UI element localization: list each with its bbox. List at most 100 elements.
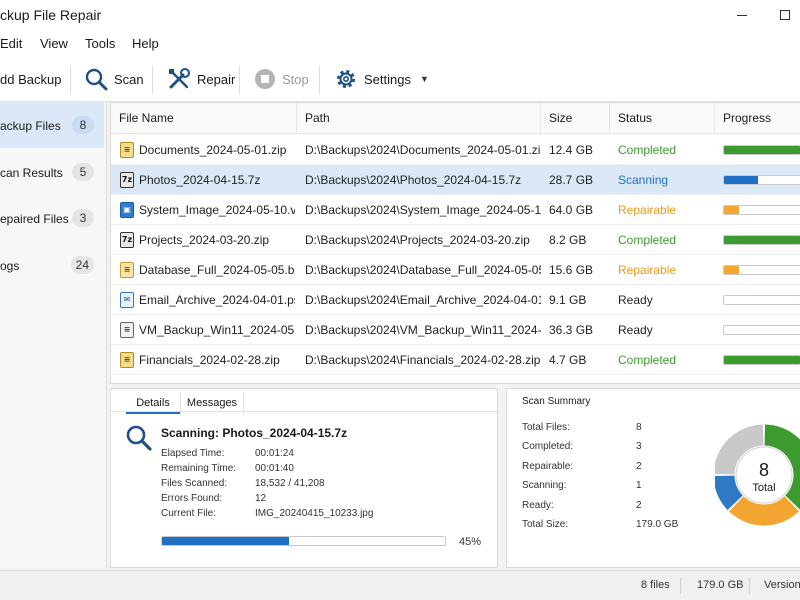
settings-label: Settings <box>364 71 411 87</box>
column-header-file-name[interactable]: File Name <box>111 103 297 134</box>
sidebar-item-scan-results[interactable]: can Results 5 <box>0 149 104 195</box>
completed-value: 3 <box>636 441 642 452</box>
settings-button[interactable]: Settings ▼ <box>334 66 429 92</box>
progress-bar <box>723 355 800 365</box>
scan-progress-fill <box>162 537 290 545</box>
title-bar: ckup File Repair <box>0 0 800 32</box>
table-row[interactable]: ▣ System_Image_2024-05-10.vhdx D:\Backups\… <box>111 195 800 225</box>
magnifier-icon <box>85 68 108 91</box>
donut-segment-repairable <box>729 495 799 526</box>
progress-fill <box>724 266 740 274</box>
remaining-time-value: 00:01:40 <box>255 463 294 474</box>
path-cell: D:\Backups\2024\Financials_2024-02-28.zi… <box>305 353 541 367</box>
toolbar-separator <box>152 66 153 94</box>
vbx-file-icon: ≡ <box>120 322 134 338</box>
summary-title: Scan Summary <box>522 396 591 407</box>
path-cell: D:\Backups\2024\Photos_2024-04-15.7z <box>305 173 522 187</box>
minimize-icon[interactable] <box>737 15 747 16</box>
column-header-progress[interactable]: Progress <box>715 103 800 134</box>
size-cell: 12.4 GB <box>549 143 594 157</box>
scanning-value: 1 <box>636 480 642 491</box>
menu-tools[interactable]: Tools <box>85 36 115 51</box>
scan-button[interactable]: Scan <box>84 66 144 92</box>
size-cell: 9.1 GB <box>549 293 587 307</box>
status-cell: Repairable <box>618 203 677 217</box>
scan-summary-panel: Scan Summary Total Files: 8 Completed: 3… <box>506 388 800 568</box>
repair-button[interactable]: Repair <box>167 66 235 92</box>
ready-value: 2 <box>636 500 642 511</box>
table-row[interactable]: 7z Projects_2024-03-20.zip D:\Backups\2024… <box>111 225 800 255</box>
vhdx-file-icon: ▣ <box>120 202 134 218</box>
menu-help[interactable]: Help <box>132 36 159 51</box>
status-separator <box>749 578 750 594</box>
current-file-label: Current File: <box>161 508 217 519</box>
table-header: File Name Path Size Status Progress <box>111 103 800 134</box>
sidebar-item-backup-files[interactable]: ackup Files 8 <box>0 102 104 148</box>
details-panel: Details Messages Scanning: Photos_2024-0… <box>110 388 498 568</box>
repair-label: Repair <box>197 71 236 87</box>
sidebar-item-repaired-files[interactable]: epaired Files 3 <box>0 195 104 241</box>
file-name-cell: Email_Archive_2024-04-01.pst <box>139 293 295 307</box>
sidebar-item-label: ackup Files <box>0 119 61 133</box>
table-row[interactable]: 7z Photos_2024-04-15.7z D:\Backups\2024\Ph… <box>111 165 800 195</box>
file-name-cell: System_Image_2024-05-10.vhdx <box>139 203 295 217</box>
column-header-path[interactable]: Path <box>297 103 541 134</box>
errors-found-label: Errors Found: <box>161 493 223 504</box>
repairable-label: Repairable: <box>522 461 574 472</box>
table-row[interactable]: ≡ Documents_2024-05-01.zip D:\Backups\2024… <box>111 135 800 165</box>
status-cell: Scanning <box>618 173 669 187</box>
toolbar-separator <box>319 66 320 94</box>
maximize-icon[interactable] <box>780 10 790 20</box>
backup-files-table: File Name Path Size Status Progress ≡ Doc… <box>110 102 800 384</box>
table-row[interactable]: ≡ Financials_2024-02-28.zip D:\Backups\202… <box>111 345 800 375</box>
progress-fill <box>724 146 800 154</box>
pst-file-icon: ✉ <box>120 292 134 308</box>
menu-edit[interactable]: Edit <box>0 36 22 51</box>
table-row[interactable]: ≡ VM_Backup_Win11_2024-05-12.vbx D:\Backup… <box>111 315 800 345</box>
elapsed-time-label: Elapsed Time: <box>161 448 225 459</box>
status-cell: Completed <box>618 353 677 367</box>
size-cell: 15.6 GB <box>549 263 594 277</box>
donut-total-value: 8 <box>759 460 769 480</box>
total-size-label: Total Size: <box>522 519 569 530</box>
size-cell: 8.2 GB <box>549 233 587 247</box>
sidebar: ackup Files 8 can Results 5 epaired File… <box>0 102 107 568</box>
sidebar-item-logs[interactable]: ogs 24 <box>0 242 104 288</box>
table-row[interactable]: ✉ Email_Archive_2024-04-01.pst D:\Backups\… <box>111 285 800 315</box>
scan-progress-bar <box>161 536 446 546</box>
scanning-label: Scanning: <box>522 480 567 491</box>
progress-bar <box>723 145 800 155</box>
file-name-cell: Projects_2024-03-20.zip <box>139 233 270 247</box>
file-name-cell: Database_Full_2024-05-05.bak <box>139 263 295 277</box>
path-cell: D:\Backups\2024\System_Image_2024-05-10.… <box>305 203 541 217</box>
sidebar-item-label: ogs <box>0 259 20 273</box>
size-cell: 36.3 GB <box>549 323 594 337</box>
gear-icon <box>337 70 355 88</box>
total-files-label: Total Files: <box>522 422 570 433</box>
files-scanned-value: 18,532 / 41,208 <box>255 478 325 489</box>
status-version: Version <box>764 579 800 591</box>
file-name-cell: Documents_2024-05-01.zip <box>139 143 287 157</box>
elapsed-time-value: 00:01:24 <box>255 448 294 459</box>
scan-progress-percent: 45% <box>459 536 482 548</box>
table-row[interactable]: ≡ Database_Full_2024-05-05.bak D:\Backups\… <box>111 255 800 285</box>
total-size-value: 179.0 GB <box>636 519 679 530</box>
column-header-size[interactable]: Size <box>541 103 610 134</box>
sidebar-count-badge: 3 <box>72 209 94 227</box>
completed-label: Completed: <box>522 441 574 452</box>
menu-bar: Edit View Tools Help <box>0 32 800 56</box>
stop-button[interactable]: Stop <box>254 66 309 92</box>
window-title: ckup File Repair <box>0 7 102 23</box>
menu-view[interactable]: View <box>40 36 68 51</box>
size-cell: 28.7 GB <box>549 173 594 187</box>
sidebar-item-label: can Results <box>0 166 63 180</box>
column-header-status[interactable]: Status <box>610 103 715 134</box>
7z-file-icon: 7z <box>120 232 134 248</box>
status-cell: Completed <box>618 143 677 157</box>
size-cell: 64.0 GB <box>549 203 594 217</box>
status-separator <box>680 578 681 594</box>
progress-bar <box>723 265 800 275</box>
toolbar: dd Backup Scan Repair Stop Settings ▼ <box>0 56 800 102</box>
add-backup-button[interactable]: dd Backup <box>0 66 61 92</box>
size-cell: 4.7 GB <box>549 353 587 367</box>
